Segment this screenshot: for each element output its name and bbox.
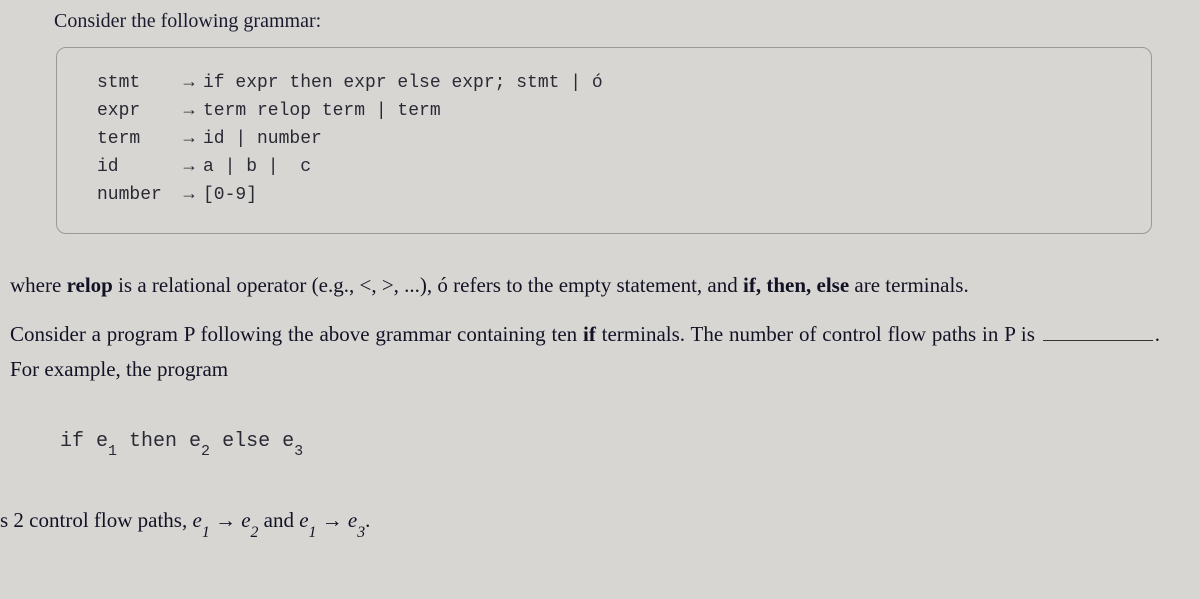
where-paragraph: where relop is a relational operator (e.… xyxy=(10,268,1160,303)
subscript: 3 xyxy=(357,524,365,541)
grammar-box: stmt → if expr then expr else expr; stmt… xyxy=(56,47,1152,234)
arrow-icon: → xyxy=(210,508,242,532)
grammar-rule: expr → term relop term | term xyxy=(97,98,1111,126)
grammar-lhs: id xyxy=(97,154,175,182)
relop-term: relop xyxy=(67,273,113,297)
subscript: 2 xyxy=(251,524,259,541)
grammar-lhs: stmt xyxy=(97,70,175,98)
subscript: 1 xyxy=(108,443,117,460)
text: Consider a program P following the above… xyxy=(10,322,583,346)
arrow-icon: → xyxy=(175,154,203,182)
grammar-lhs: expr xyxy=(97,98,175,126)
else-term: , else xyxy=(806,273,849,297)
grammar-rhs: [0-9] xyxy=(203,182,257,210)
answer-blank[interactable] xyxy=(1043,340,1153,341)
grammar-rule: id → a | b | c xyxy=(97,154,1111,182)
grammar-rhs: term relop term | term xyxy=(203,98,441,126)
subscript: 1 xyxy=(309,524,317,541)
intro-text: Consider the following grammar: xyxy=(54,10,1180,33)
grammar-rhs: if expr then expr else expr; stmt | ó xyxy=(203,70,603,98)
grammar-lhs: term xyxy=(97,126,175,154)
text: and xyxy=(258,508,299,532)
arrow-icon: → xyxy=(175,70,203,98)
grammar-rule: stmt → if expr then expr else expr; stmt… xyxy=(97,70,1111,98)
arrow-icon: → xyxy=(175,98,203,126)
arrow-icon: → xyxy=(316,508,348,532)
text: where xyxy=(10,273,67,297)
subscript: 1 xyxy=(202,524,210,541)
example-code: if e1 then e2 else e3 xyxy=(60,430,1180,456)
code-text: if e xyxy=(60,430,108,453)
grammar-rhs: a | b | c xyxy=(203,154,311,182)
var-e: e xyxy=(299,508,308,532)
text: s 2 control flow paths, xyxy=(0,508,192,532)
if-term: if xyxy=(583,322,596,346)
var-e: e xyxy=(192,508,201,532)
grammar-rule: number → [0-9] xyxy=(97,182,1111,210)
code-text: then e xyxy=(117,430,201,453)
text: is a relational operator (e.g., <, >, ..… xyxy=(113,273,743,297)
subscript: 3 xyxy=(294,443,303,460)
grammar-lhs: number xyxy=(97,182,175,210)
text: . xyxy=(365,508,370,532)
if-term: if xyxy=(743,273,756,297)
consider-paragraph: Consider a program P following the above… xyxy=(10,317,1160,386)
grammar-rhs: id | number xyxy=(203,126,322,154)
document-page: Consider the following grammar: stmt → i… xyxy=(0,0,1200,538)
var-e: e xyxy=(241,508,250,532)
arrow-icon: → xyxy=(175,126,203,154)
subscript: 2 xyxy=(201,443,210,460)
code-text: else e xyxy=(210,430,294,453)
grammar-rule: term → id | number xyxy=(97,126,1111,154)
text: are terminals. xyxy=(849,273,969,297)
text: terminals. The number of control flow pa… xyxy=(596,322,1041,346)
arrow-icon: → xyxy=(175,182,203,210)
then-term: , then xyxy=(756,273,806,297)
var-e: e xyxy=(348,508,357,532)
footer-paragraph: s 2 control flow paths, e1 → e2 and e1 →… xyxy=(0,508,1180,537)
